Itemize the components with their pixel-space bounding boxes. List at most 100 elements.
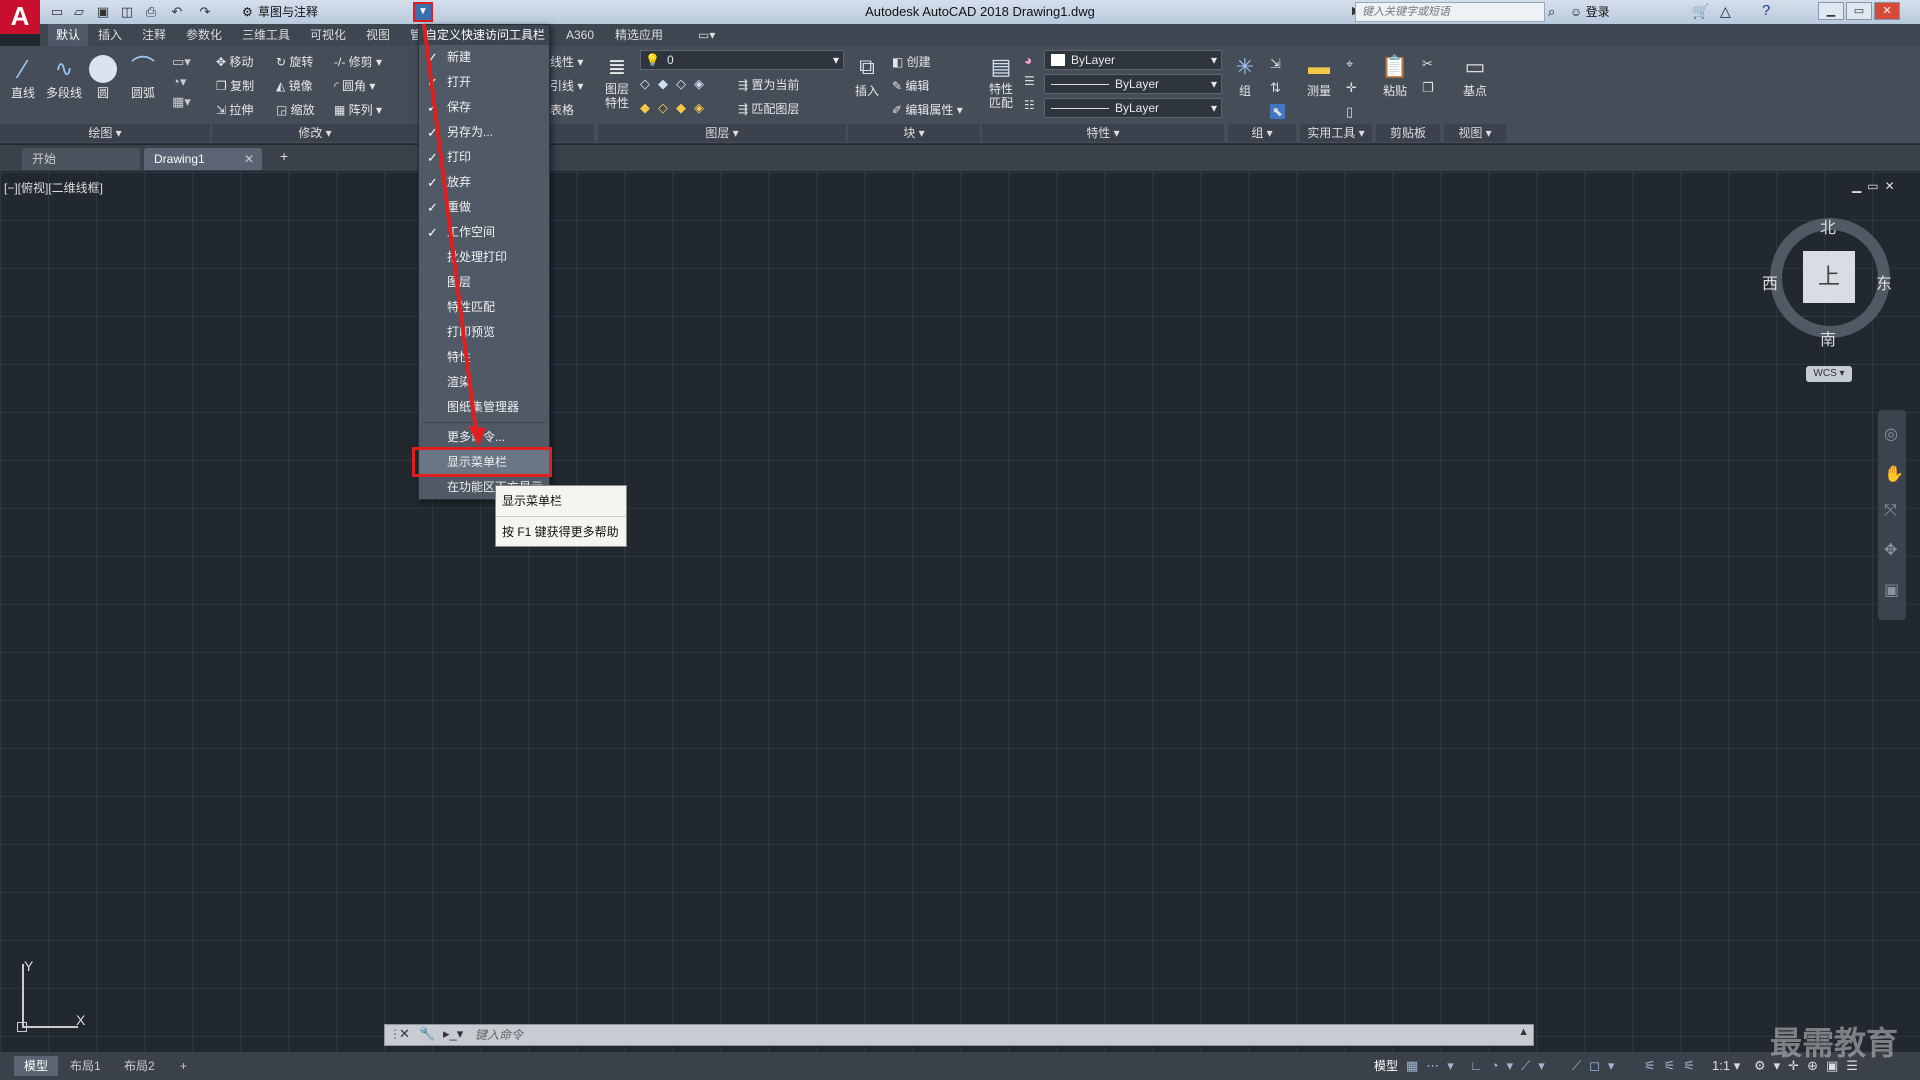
menu-item-10[interactable]: 特性匹配 bbox=[419, 295, 549, 320]
menu-item-1[interactable]: ✓ 打开 bbox=[419, 70, 549, 95]
tab-start[interactable]: 开始 bbox=[22, 148, 140, 170]
add-layout-button[interactable]: + bbox=[170, 1056, 197, 1076]
model-space-button[interactable]: 模型 bbox=[1364, 1056, 1408, 1076]
tab-layout2[interactable]: 布局2 bbox=[114, 1056, 165, 1076]
group-button[interactable]: ✳ 组 bbox=[1230, 52, 1260, 99]
workspace-dropdown[interactable]: ⚙ 草图与注释 bbox=[238, 2, 418, 22]
layers-group-title[interactable]: 图层 ▾ bbox=[598, 124, 846, 142]
tab-view[interactable]: 视图 bbox=[358, 24, 398, 46]
linear-button[interactable]: 线性 bbox=[550, 55, 574, 69]
layer-dropdown[interactable]: 💡 0 ▾ bbox=[640, 50, 844, 70]
drawing-canvas[interactable] bbox=[0, 172, 1920, 1052]
menu-item-9[interactable]: 图层 bbox=[419, 270, 549, 295]
application-menu-button[interactable]: A bbox=[0, 0, 40, 34]
menu-item-6[interactable]: ✓ 重做 bbox=[419, 195, 549, 220]
clipboard-small-tools[interactable]: ✂ ❐ bbox=[1422, 52, 1434, 100]
view-group-title[interactable]: 视图 ▾ bbox=[1444, 124, 1506, 142]
insert-block-button[interactable]: ⧉ 插入 bbox=[852, 52, 882, 99]
viewport-window-controls[interactable]: ▁▭✕ bbox=[1852, 179, 1901, 193]
search-input[interactable]: 键入关键字或短语 bbox=[1355, 2, 1545, 22]
help-icon[interactable]: ? bbox=[1762, 2, 1770, 19]
osnap-icons[interactable]: ⟋◻▾ bbox=[1572, 1056, 1622, 1076]
compass-north[interactable]: 北 bbox=[1820, 214, 1836, 238]
match-layer-button[interactable]: ⇶ 匹配图层 bbox=[738, 100, 799, 117]
tab-extra-icon[interactable]: ▭▾ bbox=[690, 24, 723, 46]
color-dropdown[interactable]: ByLayer ▾ bbox=[1044, 50, 1222, 70]
lineweight-dropdown[interactable]: ByLayer ▾ bbox=[1044, 98, 1222, 118]
redo-icon[interactable]: ↷ bbox=[196, 4, 214, 20]
create-block-button[interactable]: 创建 bbox=[907, 55, 931, 69]
copy-button[interactable]: 复制 bbox=[230, 79, 254, 93]
group-small-tools[interactable]: ⇲ ⇅ ⬉ bbox=[1270, 52, 1285, 124]
close-tab-icon[interactable]: ✕ bbox=[244, 148, 254, 170]
showmotion-icon[interactable]: ▣ bbox=[1884, 580, 1899, 600]
tab-3d-tools[interactable]: 三维工具 bbox=[234, 24, 298, 46]
draw-small-tools[interactable]: ▭▾ ◔▾ ▦▾ bbox=[172, 52, 191, 112]
maximize-button[interactable]: ▭ bbox=[1846, 2, 1872, 20]
close-button[interactable]: ✕ bbox=[1874, 2, 1900, 20]
layer-tools-row-1[interactable]: ◇◆◇◈ bbox=[640, 76, 712, 92]
print-icon[interactable]: ⎙ bbox=[142, 4, 160, 20]
utilities-group-title[interactable]: 实用工具 ▾ bbox=[1300, 124, 1372, 142]
move-button[interactable]: 移动 bbox=[229, 55, 253, 69]
tab-a360[interactable]: A360 bbox=[558, 24, 602, 46]
save-as-icon[interactable]: ◫ bbox=[118, 4, 136, 20]
set-current-button[interactable]: ⇶ 置为当前 bbox=[738, 76, 799, 93]
base-button[interactable]: ▭ 基点 bbox=[1458, 52, 1492, 99]
layer-properties-button[interactable]: ≣ 图层 特性 bbox=[600, 52, 634, 110]
a360-icon[interactable]: △ bbox=[1720, 3, 1731, 20]
polyline-button[interactable]: ∿ 多段线 bbox=[44, 54, 84, 101]
command-input[interactable]: 键入命令 bbox=[475, 1025, 523, 1045]
cart-icon[interactable]: 🛒 bbox=[1692, 3, 1709, 20]
measure-button[interactable]: ▬ 测量 bbox=[1302, 52, 1336, 99]
viewcube-top-face[interactable]: 上 bbox=[1803, 251, 1855, 303]
tab-drawing1[interactable]: Drawing1 ✕ bbox=[144, 148, 262, 170]
annotation-icons[interactable]: ⚟⚟⚟ bbox=[1644, 1056, 1703, 1076]
tab-parametric[interactable]: 参数化 bbox=[178, 24, 230, 46]
binoculars-icon[interactable]: ⌕ bbox=[1548, 4, 1555, 20]
wcs-menu[interactable]: WCS ▾ bbox=[1806, 366, 1852, 382]
menu-item-12[interactable]: 特性 bbox=[419, 345, 549, 370]
menu-item-2[interactable]: ✓ 保存 bbox=[419, 95, 549, 120]
tab-layout1[interactable]: 布局1 bbox=[60, 1056, 111, 1076]
menu-item-13[interactable]: 渲染 bbox=[419, 370, 549, 395]
menu-item-3[interactable]: ✓ 另存为... bbox=[419, 120, 549, 145]
cmd-history-icon[interactable]: ▸_▾ bbox=[443, 1026, 463, 1042]
draw-group-title[interactable]: 绘图 ▾ bbox=[0, 124, 210, 142]
table-button[interactable]: 表格 bbox=[550, 103, 574, 117]
compass-south[interactable]: 南 bbox=[1820, 326, 1836, 350]
tab-featured-apps[interactable]: 精选应用 bbox=[607, 24, 671, 46]
properties-group-title[interactable]: 特性 ▾ bbox=[982, 124, 1224, 142]
tab-annotate[interactable]: 注释 bbox=[134, 24, 174, 46]
menu-item-14[interactable]: 图纸集管理器 bbox=[419, 395, 549, 420]
edit-block-button[interactable]: 编辑 bbox=[905, 79, 929, 93]
modify-group-title[interactable]: 修改 ▾ bbox=[212, 124, 418, 142]
tab-insert[interactable]: 插入 bbox=[90, 24, 130, 46]
wrench-icon[interactable]: 🔧 bbox=[419, 1026, 435, 1042]
login-button[interactable]: ☺ 登录 bbox=[1570, 0, 1610, 24]
close-cmdline-icon[interactable]: ✕ bbox=[399, 1026, 410, 1042]
zoom-icon[interactable]: ⤧ bbox=[1884, 502, 1897, 520]
tab-model[interactable]: 模型 bbox=[14, 1056, 59, 1076]
undo-icon[interactable]: ↶ bbox=[168, 4, 186, 20]
linetype-dropdown[interactable]: ByLayer ▾ bbox=[1044, 74, 1222, 94]
save-icon[interactable]: ▣ bbox=[94, 4, 112, 20]
mirror-button[interactable]: 镜像 bbox=[289, 79, 313, 93]
menu-item-11[interactable]: 打印预览 bbox=[419, 320, 549, 345]
minimize-button[interactable]: ▁ bbox=[1818, 2, 1844, 20]
block-group-title[interactable]: 块 ▾ bbox=[848, 124, 980, 142]
open-icon[interactable]: ▱ bbox=[70, 4, 88, 20]
menu-item-8[interactable]: 批处理打印 bbox=[419, 245, 549, 270]
fillet-button[interactable]: 圆角 bbox=[342, 79, 366, 93]
steering-wheel-icon[interactable]: ◎ bbox=[1884, 424, 1898, 444]
line-button[interactable]: ⁄ 直线 bbox=[8, 54, 38, 101]
compass-west[interactable]: 西 bbox=[1762, 270, 1778, 294]
menu-item-0[interactable]: ✓ 新建 bbox=[419, 45, 549, 70]
layer-tools-row-2[interactable]: ◆◇◆◈ bbox=[640, 100, 712, 116]
scale-button[interactable]: 缩放 bbox=[291, 103, 315, 117]
menu-item-4[interactable]: ✓ 打印 bbox=[419, 145, 549, 170]
customize-qat-button[interactable]: ▼ bbox=[413, 2, 433, 22]
cmd-expand-icon[interactable]: ▲ bbox=[1518, 1026, 1529, 1038]
menu-item-7[interactable]: ✓ 工作空间 bbox=[419, 220, 549, 245]
annotation-scale[interactable]: 1:1 ▾ bbox=[1712, 1056, 1740, 1076]
